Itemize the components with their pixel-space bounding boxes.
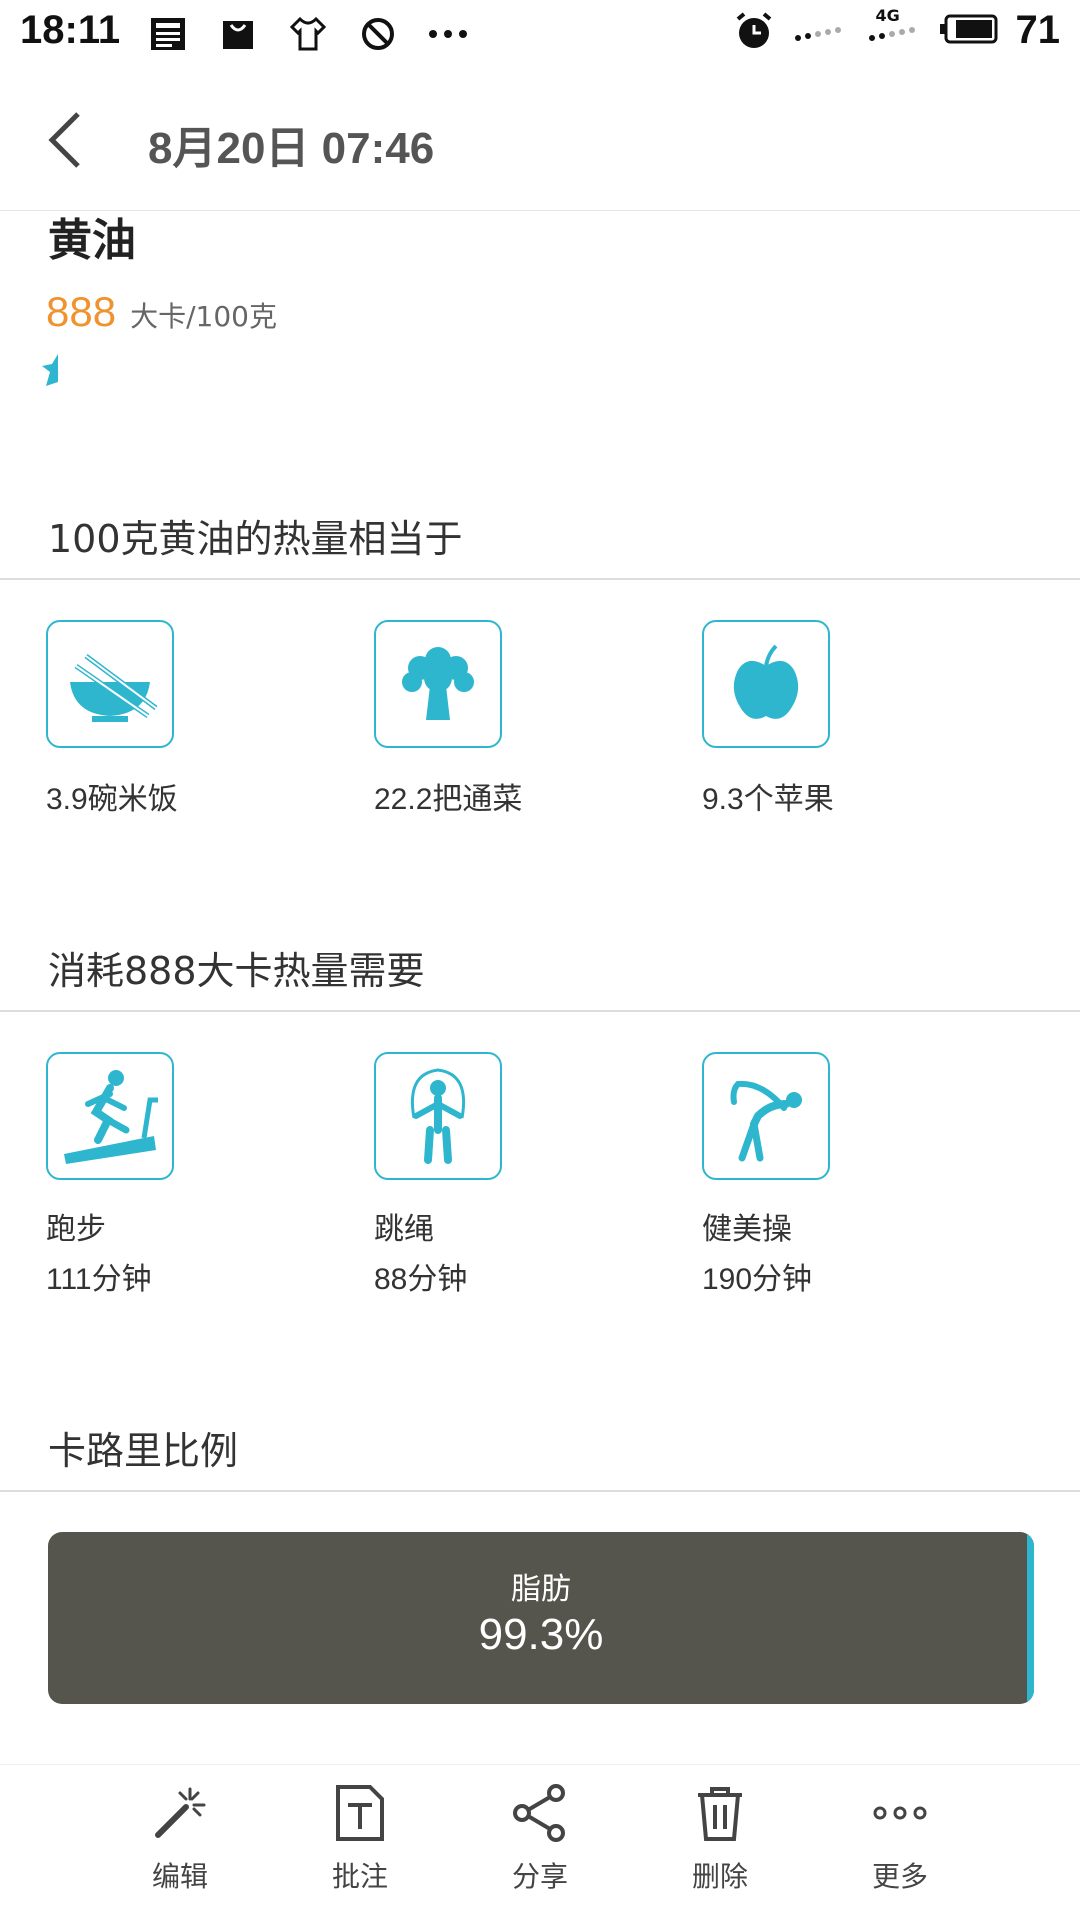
exercise-time-jump-rope: 88分钟 [374, 1263, 468, 1296]
calorie-ratio-bar: 脂肪 99.3% [48, 1532, 1034, 1704]
exercise-time-running: 111分钟 [46, 1263, 152, 1296]
chevron-left-icon [48, 112, 80, 168]
more-button[interactable]: 更多 [840, 1783, 960, 1895]
exercise-name-jump-rope: 跳绳 [374, 1213, 434, 1246]
exercise-name-aerobics: 健美操 [702, 1213, 792, 1246]
divider [0, 1010, 1080, 1012]
exercise-name-running: 跑步 [46, 1213, 106, 1246]
status-bar: 18:11 4G 71 [0, 0, 1080, 68]
ratio-percentage: 99.3% [478, 1610, 604, 1659]
share-button[interactable]: 分享 [480, 1783, 600, 1895]
network-label: 4G [875, 5, 900, 25]
jump-rope-icon [374, 1052, 502, 1180]
text-note-icon [330, 1783, 390, 1843]
battery-level: 71 [1015, 8, 1061, 52]
magic-wand-icon [150, 1783, 210, 1843]
bag-icon [218, 14, 258, 54]
apple-icon [702, 620, 830, 748]
delete-button[interactable]: 删除 [660, 1783, 780, 1895]
exercise-title: 消耗888大卡热量需要 [48, 949, 425, 993]
ratio-nutrient-name: 脂肪 [511, 1572, 571, 1607]
vegetable-equivalent-label: 22.2把通菜 [374, 783, 523, 816]
food-name: 黄油 [48, 215, 136, 266]
health-rating-icon [42, 352, 62, 390]
divider [0, 1490, 1080, 1492]
broccoli-icon [374, 620, 502, 748]
calorie-value: 888 [46, 288, 117, 335]
delete-label: 删除 [691, 1860, 748, 1893]
network-indicator: 4G [866, 6, 922, 48]
apple-equivalent-label: 9.3个苹果 [702, 783, 834, 816]
header: 8月20日 07:46 [0, 68, 1080, 211]
status-time: 18:11 [20, 8, 121, 52]
calorie-unit: 大卡/100克 [130, 300, 277, 333]
back-button[interactable] [46, 110, 86, 170]
page-title: 8月20日 07:46 [148, 124, 435, 173]
aerobics-icon [702, 1052, 830, 1180]
annotate-button[interactable]: 批注 [300, 1783, 420, 1895]
trash-icon [690, 1783, 750, 1843]
share-label: 分享 [511, 1860, 568, 1893]
exercise-time-aerobics: 190分钟 [702, 1263, 813, 1296]
edit-label: 编辑 [151, 1860, 208, 1893]
more-icon [870, 1783, 930, 1843]
shirt-icon [288, 14, 328, 54]
more-dots-icon [428, 14, 468, 54]
divider [0, 578, 1080, 580]
edit-button[interactable]: 编辑 [120, 1783, 240, 1895]
share-icon [510, 1783, 570, 1843]
blocked-icon [358, 14, 398, 54]
news-icon [148, 14, 188, 54]
alarm-icon [734, 11, 774, 51]
battery-icon [939, 14, 998, 48]
rice-equivalent-label: 3.9碗米饭 [46, 783, 178, 816]
calorie-row: 888 大卡/100克 [46, 288, 277, 336]
more-label: 更多 [871, 1860, 928, 1893]
signal-icon [792, 14, 848, 48]
bottom-toolbar: 编辑 批注 分享 删除 更多 [0, 1764, 1080, 1921]
equivalent-title: 100克黄油的热量相当于 [48, 517, 463, 561]
rice-bowl-icon [46, 620, 174, 748]
annotate-label: 批注 [331, 1860, 388, 1893]
treadmill-icon [46, 1052, 174, 1180]
calorie-ratio-title: 卡路里比例 [48, 1429, 239, 1473]
